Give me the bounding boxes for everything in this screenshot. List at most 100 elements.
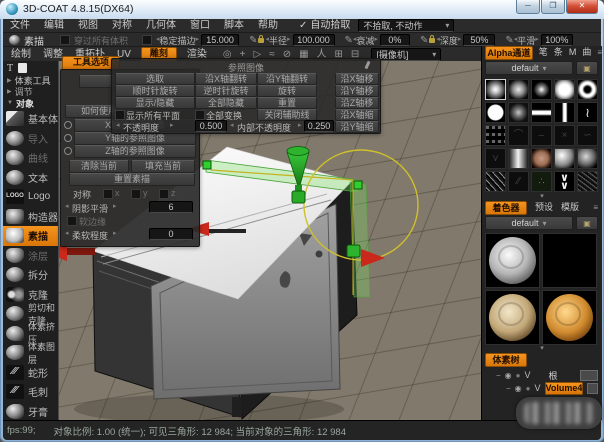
corner-handle[interactable] — [354, 181, 362, 189]
softness-value[interactable]: 0 — [149, 228, 193, 240]
soft-edge-checkbox[interactable] — [67, 216, 77, 226]
sidebar-item-import[interactable]: 导入 — [3, 129, 58, 149]
pen-icon[interactable]: ✎ — [249, 34, 257, 47]
scrub-right-icon[interactable]: ▸ — [113, 202, 117, 212]
ghost-icon[interactable]: ● — [516, 369, 521, 382]
ref-pick-button[interactable]: 选取 — [115, 73, 195, 85]
inner-opacity-value[interactable]: 0.250 — [304, 120, 334, 132]
ghost-icon[interactable]: ● — [526, 382, 531, 395]
alpha-thumb[interactable] — [508, 79, 529, 100]
tab-strips-2[interactable]: 条 — [554, 46, 563, 59]
ref-move-x-button[interactable]: 沿X轴移 — [335, 73, 379, 85]
edge-knob-gizmo[interactable] — [347, 245, 360, 257]
pen-icon[interactable]: ✎ — [505, 34, 513, 47]
scrub-right-icon[interactable]: ▸ — [196, 35, 200, 45]
ref-hide-all-button[interactable]: 全部隐藏 — [195, 97, 257, 109]
alpha-thumb[interactable] — [577, 171, 598, 192]
alpha-thumb[interactable] — [577, 148, 598, 169]
ref-show-hide-button[interactable]: 显示/隐藏 — [115, 97, 195, 109]
title-bar[interactable]: 3D-COAT 4.8.15(DX64) ─ ❐ ✕ — [0, 0, 604, 19]
ref-move-z-button[interactable]: 沿Z轴移 — [335, 97, 379, 109]
alpha-thumb[interactable] — [554, 148, 575, 169]
scale-knob-gizmo[interactable] — [292, 191, 305, 203]
symmetry-z-checkbox[interactable] — [159, 189, 169, 199]
close-button[interactable]: ✕ — [566, 0, 598, 14]
alpha-scroll-indicator[interactable]: ▾ — [482, 194, 602, 199]
reset-sketch-button[interactable]: 重置素描 — [69, 173, 195, 186]
layer-preview-box[interactable] — [580, 370, 598, 381]
scrub-right-icon[interactable]: ▸ — [170, 121, 174, 131]
voxtree-row-root[interactable]: − ◉ ● V 根 — [482, 369, 602, 382]
sidebar-item-logo[interactable]: LOGO Logo — [3, 187, 58, 207]
menu-symmetry[interactable]: 对称 — [105, 19, 139, 32]
voxtree-row-volume[interactable]: − ◉ ● V Volume4 — [482, 382, 602, 395]
alpha-thumb[interactable] — [531, 79, 552, 100]
menu-geometry[interactable]: 几何体 — [139, 19, 183, 32]
tab-tweak[interactable]: 调整 — [43, 48, 63, 61]
through-all-label[interactable]: 穿过所有体积 — [74, 34, 128, 47]
ref-rotate-cw-button[interactable]: 顺时针旋转 — [115, 85, 195, 97]
pick-mode-select[interactable]: 不拾取, 不动作 ▾ — [358, 19, 454, 32]
alpha-preset-select[interactable]: default ▾ — [485, 61, 573, 75]
panel-menu-icon[interactable]: ≡ — [593, 201, 598, 214]
ref-rotate-ccw-button[interactable]: 逆时针旋转 — [195, 85, 257, 97]
sidebar-item-spikes[interactable]: ⁄⁄⁄ 毛刺 — [3, 382, 58, 402]
alpha-thumb[interactable]: – — [531, 125, 552, 146]
tab-curves[interactable]: 曲 — [582, 46, 591, 59]
voxel-mode-icon[interactable]: V — [525, 369, 531, 382]
scrub-right-icon[interactable]: ▸ — [113, 229, 117, 239]
menu-file[interactable]: 文件 — [3, 19, 37, 32]
stabilize-checkbox[interactable] — [142, 35, 152, 45]
shadow-smooth-value[interactable]: 6 — [149, 201, 193, 213]
ref-flip-x-button[interactable]: 沿X轴翻转 — [195, 73, 257, 85]
alpha-thumb[interactable]: ∴ — [531, 171, 552, 192]
voxel-mode-icon[interactable]: V — [535, 382, 541, 395]
maximize-button[interactable]: ❐ — [541, 0, 565, 14]
smooth-value[interactable]: 100% — [541, 34, 573, 46]
sidebar-item-text[interactable]: 文本 — [3, 168, 58, 188]
section-objects[interactable]: 对象 — [16, 97, 34, 110]
radio-x-ref[interactable] — [64, 121, 72, 129]
panel-menu-icon[interactable]: ≡ — [597, 46, 602, 59]
voxtree-root-label[interactable]: 根 — [549, 369, 558, 382]
opacity-value[interactable]: 0.500 — [195, 120, 227, 132]
shader-thumb[interactable] — [542, 233, 597, 288]
alpha-thumb[interactable]: ⁄⁄ — [508, 171, 529, 192]
menu-view[interactable]: 视图 — [71, 19, 105, 32]
alpha-thumb[interactable] — [554, 79, 575, 100]
camera-select[interactable]: [摄像机] ▾ — [371, 48, 441, 61]
sidebar-item-split[interactable]: 拆分 — [3, 265, 58, 285]
lock-icon[interactable] — [429, 38, 435, 43]
alpha-thumb[interactable] — [508, 102, 529, 123]
sidebar-item-sketch[interactable]: 素描 — [3, 226, 58, 246]
scrub-right-icon[interactable]: ▸ — [374, 35, 378, 45]
layer-preview-box[interactable] — [587, 383, 598, 394]
alpha-thumb[interactable] — [554, 102, 575, 123]
minimize-button[interactable]: ─ — [516, 0, 540, 14]
radio-z-ref[interactable] — [64, 147, 72, 155]
scrub-left-icon[interactable]: ◂ — [65, 202, 69, 212]
alpha-thumb[interactable] — [531, 102, 552, 123]
sidebar-item-coat[interactable]: 涂层 — [3, 246, 58, 266]
ref-reset-button[interactable]: 重置 — [257, 97, 317, 109]
symmetry-x-checkbox[interactable] — [103, 189, 113, 199]
alpha-thumb[interactable] — [508, 148, 529, 169]
sidebar-item-vox-layer[interactable]: 体素图层 — [3, 343, 58, 363]
tab-models[interactable]: M — [569, 46, 577, 59]
pen-icon[interactable]: ✎ — [345, 34, 353, 47]
radio-y-ref[interactable] — [64, 134, 72, 142]
collapse-icon[interactable]: − — [506, 382, 511, 395]
alpha-thumb[interactable] — [577, 79, 598, 100]
tab-paint[interactable]: 绘制 — [11, 48, 31, 61]
show-all-planes-checkbox[interactable] — [115, 110, 125, 120]
shader-scroll-indicator[interactable]: ▾ — [482, 346, 602, 351]
alpha-thumb[interactable]: ∨∨ — [554, 171, 575, 192]
alpha-thumb[interactable]: ⋎ — [485, 148, 506, 169]
shader-thumb[interactable] — [485, 233, 540, 288]
shader-browse-button[interactable]: ▣ — [576, 216, 598, 230]
scrub-left-icon[interactable]: ◂ — [65, 229, 69, 239]
tab-templates[interactable]: 模版 — [561, 201, 579, 214]
depth-value[interactable]: 50% — [463, 34, 495, 46]
alpha-thumb[interactable]: ≀ — [577, 102, 598, 123]
lock-icon[interactable] — [258, 38, 264, 43]
